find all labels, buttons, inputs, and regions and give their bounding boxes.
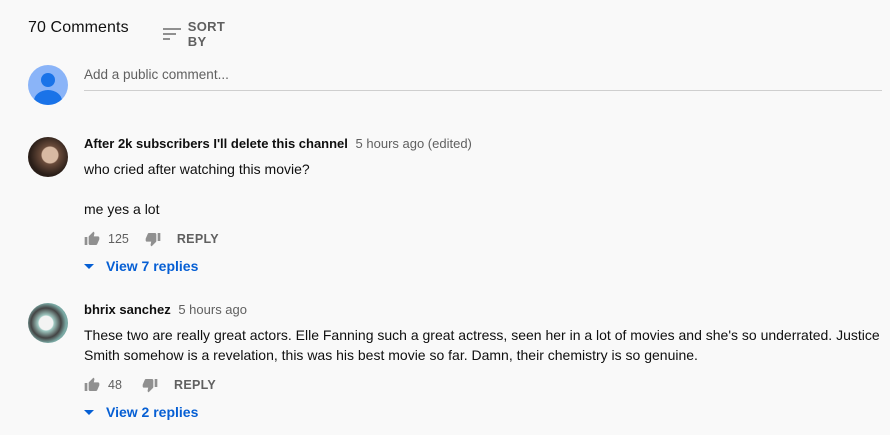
view-replies-label: View 2 replies (106, 404, 199, 420)
comment-text: These two are really great actors. Elle … (84, 327, 880, 363)
like-count: 48 (108, 378, 122, 392)
comment-count: 70 Comments (28, 19, 129, 36)
comment-author[interactable]: After 2k subscribers I'll delete this ch… (84, 136, 348, 151)
caret-down-icon (84, 263, 94, 269)
comment-time[interactable]: 5 hours ago (178, 302, 247, 317)
comment-actions: 125 REPLY (84, 229, 219, 249)
reply-button[interactable]: REPLY (174, 378, 216, 392)
comment-author[interactable]: bhrix sanchez (84, 302, 171, 317)
thumbs-up-icon[interactable] (84, 377, 100, 393)
thumbs-down-icon[interactable] (145, 231, 161, 247)
comment-meta: bhrix sanchez 5 hours ago (84, 302, 247, 317)
add-comment-row: Add a public comment... (28, 65, 882, 105)
sort-by-label: SORT BY (187, 19, 226, 49)
view-replies-button[interactable]: View 2 replies (84, 404, 198, 420)
comment-text: who cried after watching this movie? me … (84, 161, 310, 217)
add-comment-input[interactable]: Add a public comment... (84, 65, 882, 91)
comment-actions: 48 REPLY (84, 375, 216, 395)
reply-button[interactable]: REPLY (177, 232, 219, 246)
view-replies-button[interactable]: View 7 replies (84, 258, 198, 274)
thumbs-down-icon[interactable] (142, 377, 158, 393)
default-user-avatar-icon (28, 65, 68, 105)
sort-by-button[interactable]: SORT BY (163, 19, 230, 49)
view-replies-label: View 7 replies (106, 258, 199, 274)
avatar[interactable] (28, 137, 68, 177)
like-count: 125 (108, 232, 129, 246)
sort-icon (163, 27, 181, 41)
thumbs-up-icon[interactable] (84, 231, 100, 247)
avatar[interactable] (28, 303, 68, 343)
comments-header: 70 Comments (28, 16, 129, 40)
comment-time[interactable]: 5 hours ago (edited) (356, 136, 472, 151)
comment-meta: After 2k subscribers I'll delete this ch… (84, 136, 472, 151)
caret-down-icon (84, 409, 94, 415)
